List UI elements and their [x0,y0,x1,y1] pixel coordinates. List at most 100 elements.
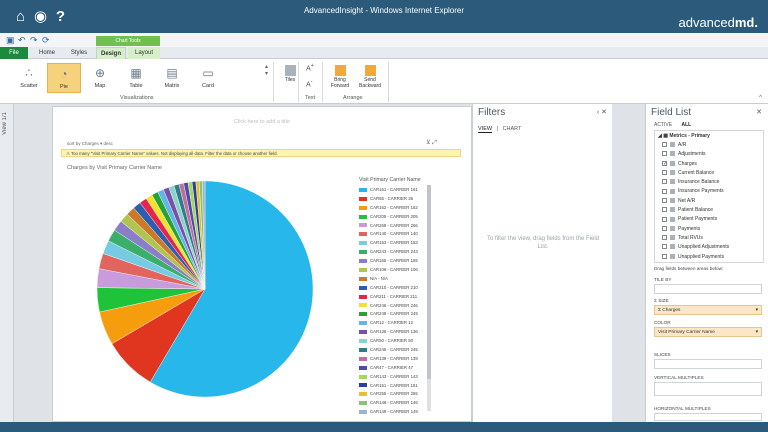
legend-scrollbar[interactable] [427,185,431,411]
report-canvas[interactable]: Click here to add a title ⊻ ⤢ sort by Ch… [52,106,472,422]
tab-styles[interactable]: Styles [64,47,94,59]
redo-icon[interactable]: ↷ [30,35,38,46]
tiles-icon [284,65,296,76]
field-tree: ◢ ▦ Metrics - Primary A/R Adjustments ✓ Cha… [654,130,764,263]
close-icon[interactable]: ✕ [756,108,762,116]
field-item[interactable]: Total RVUs [655,234,763,243]
save-icon[interactable]: ▣ [6,35,15,46]
field-item[interactable]: Insurance Payments [655,187,763,196]
checkbox-icon[interactable] [662,244,667,250]
size-field-chip[interactable]: Σ Charges ▾ [654,305,762,315]
tab-all[interactable]: ALL [681,122,691,128]
tab-design[interactable]: Design [96,47,126,59]
undo-icon[interactable]: ↶ [18,35,26,46]
legend-swatch [359,285,367,290]
measure-icon [670,170,675,176]
checkbox-icon[interactable] [662,179,667,185]
slices-label: SLICES [654,352,671,357]
legend-swatch [359,392,367,397]
slices-drop-zone[interactable] [654,359,762,369]
field-item[interactable]: Insurance Balance [655,178,763,187]
field-item[interactable]: Unapplied Payments [655,253,763,262]
view-strip[interactable] [0,104,14,422]
click-to-add-title[interactable]: Click here to add a title [53,119,471,125]
field-item[interactable]: Current Balance [655,169,763,178]
field-item[interactable]: Patient Balance [655,206,763,215]
field-item[interactable]: Net A/R [655,197,763,206]
scatter-button[interactable]: ∴ Scatter [12,63,46,93]
measure-icon [670,142,675,148]
tab-chart[interactable]: CHART [503,126,522,132]
legend-scrollbar-thumb[interactable] [427,185,431,379]
tile-by-label: TILE BY [654,277,672,282]
measure-icon [670,207,675,213]
tab-home[interactable]: Home [32,47,62,59]
legend-swatch [359,232,367,237]
collapse-ribbon-icon[interactable]: ^ [759,95,762,101]
refresh-icon[interactable]: ⟳ [42,35,50,46]
field-item[interactable]: A/R [655,141,763,150]
color-field-chip[interactable]: Visit Primary Carrier Name ▾ [654,327,762,337]
horizontal-multiples-drop-zone[interactable] [654,413,762,421]
gallery-scroll-icon[interactable]: ▴ ▾ [265,63,268,77]
tab-file[interactable]: File [0,47,28,59]
size-label: Σ SIZE [654,298,669,303]
legend-swatch [359,312,367,317]
matrix-button[interactable]: ▤ Matrix [155,63,189,93]
legend-swatch [359,374,367,379]
checkbox-icon[interactable] [662,188,667,194]
bring-forward-button[interactable]: Bring Forward [326,63,354,93]
map-button[interactable]: ⊕ Map [83,63,117,93]
pie-chart[interactable] [95,179,315,399]
checkbox-icon[interactable] [662,151,667,157]
window-title: AdvancedInsight - Windows Internet Explo… [303,6,465,15]
ribbon-separator [273,62,274,102]
filters-tabs: VIEW | CHART [478,126,522,133]
field-item[interactable]: Patient Payments [655,215,763,224]
font-size-increase-icon[interactable]: A+ [306,63,314,72]
pop-out-icon[interactable]: ⤢ [432,140,437,146]
sort-by-control[interactable]: sort by Charges ▾ desc [67,141,113,147]
table-button[interactable]: ▦ Table [119,63,153,93]
close-icon[interactable]: ✕ [601,109,607,116]
field-item[interactable]: Adjustments [655,150,763,159]
measure-icon [670,188,675,194]
field-group-metrics[interactable]: ◢ ▦ Metrics - Primary [655,131,763,141]
checkbox-icon[interactable] [662,142,667,148]
dropdown-arrow-icon[interactable]: ▾ [756,328,758,337]
legend-swatch [359,410,367,415]
horizontal-multiples-label: HORIZONTAL MULTIPLES [654,406,711,411]
tab-active[interactable]: ACTIVE [654,122,672,128]
field-item[interactable]: Payments [655,225,763,234]
legend-swatch [359,294,367,299]
card-icon: ▭ [202,66,214,80]
tiles-button[interactable]: Tiles [276,63,304,93]
field-item[interactable]: Unapplied Adjustments [655,243,763,252]
measure-icon [670,225,675,231]
checkbox-icon[interactable] [662,235,667,241]
filter-icon[interactable]: ⊻ [426,140,430,146]
tab-layout[interactable]: Layout [128,47,160,59]
vertical-multiples-drop-zone[interactable] [654,382,762,396]
checkbox-icon[interactable] [662,253,667,259]
table-icon: ▦ [130,66,142,80]
warning-banner: ⚠ Too many "Visit Primary Carrier Name" … [61,149,461,157]
tile-by-drop-zone[interactable] [654,284,762,294]
ribbon-separator [298,62,299,102]
dropdown-arrow-icon[interactable]: ▾ [756,306,758,315]
checkbox-icon[interactable] [662,197,667,203]
checkbox-checked-icon[interactable]: ✓ [662,160,667,166]
minimize-icon[interactable]: ‹ [597,109,599,116]
checkbox-icon[interactable] [662,207,667,213]
globe-icon: ⊕ [94,66,106,80]
checkbox-icon[interactable] [662,216,667,222]
checkbox-icon[interactable] [662,170,667,176]
checkbox-icon[interactable] [662,225,667,231]
chart-title: Charges by Visit Primary Carrier Name [67,165,162,171]
send-backward-button[interactable]: Send Backward [356,63,384,93]
pie-button[interactable]: ◔ Pie [47,63,81,93]
field-item[interactable]: ✓ Charges [655,160,763,169]
card-button[interactable]: ▭ Card [191,63,225,93]
font-size-decrease-icon[interactable]: A- [306,79,313,88]
tab-view[interactable]: VIEW [478,126,493,133]
